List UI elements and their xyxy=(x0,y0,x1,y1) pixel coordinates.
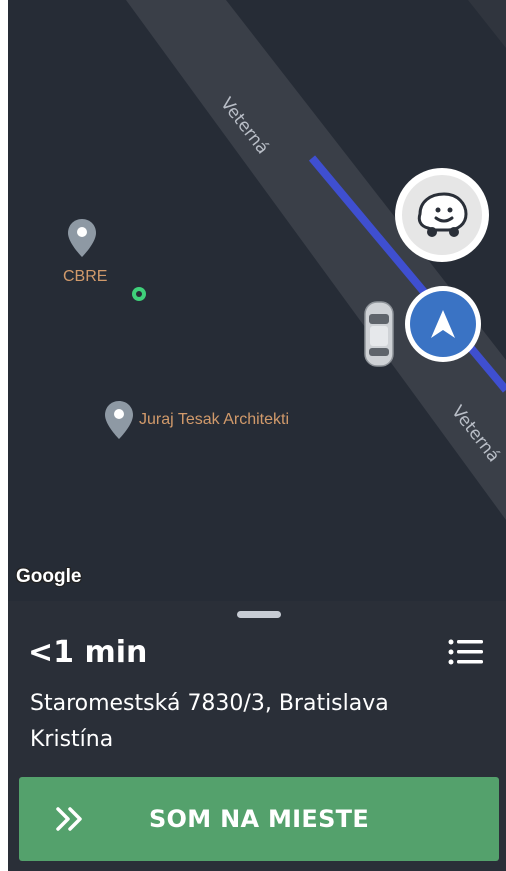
sheet-drag-handle[interactable] xyxy=(237,611,281,618)
poi-label-juraj-tesak-architekti: Juraj Tesak Architekti xyxy=(139,411,289,428)
list-icon[interactable] xyxy=(448,639,484,665)
navigation-arrow-icon xyxy=(431,310,455,338)
trip-bottom-sheet: <1 min Staromestská 7830/3, Bratislava K… xyxy=(8,601,506,871)
waze-button[interactable] xyxy=(395,168,489,262)
recenter-button-inner xyxy=(410,291,476,357)
destination-address: Staromestská 7830/3, Bratislava xyxy=(30,691,389,716)
eta-label: <1 min xyxy=(28,635,148,670)
arrived-button-label: SOM NA MIESTE xyxy=(148,805,370,833)
recenter-button[interactable] xyxy=(405,286,481,362)
arrived-button[interactable]: SOM NA MIESTE xyxy=(19,777,499,861)
map-pin-icon xyxy=(68,219,96,257)
passenger-name: Kristína xyxy=(30,727,114,752)
google-logo: Google xyxy=(16,566,82,587)
map-pin-icon xyxy=(105,401,133,439)
waze-icon xyxy=(417,192,468,237)
car-icon xyxy=(364,301,394,367)
map-view[interactable]: Veterná Veterná CBRE Juraj Tesak Archite… xyxy=(8,0,506,601)
poi-label-cbre: CBRE xyxy=(63,268,108,285)
app-screen: Veterná Veterná CBRE Juraj Tesak Archite… xyxy=(8,0,506,871)
waze-button-inner xyxy=(402,175,482,255)
road-side xyxy=(468,0,506,48)
location-dot-icon xyxy=(132,287,146,301)
